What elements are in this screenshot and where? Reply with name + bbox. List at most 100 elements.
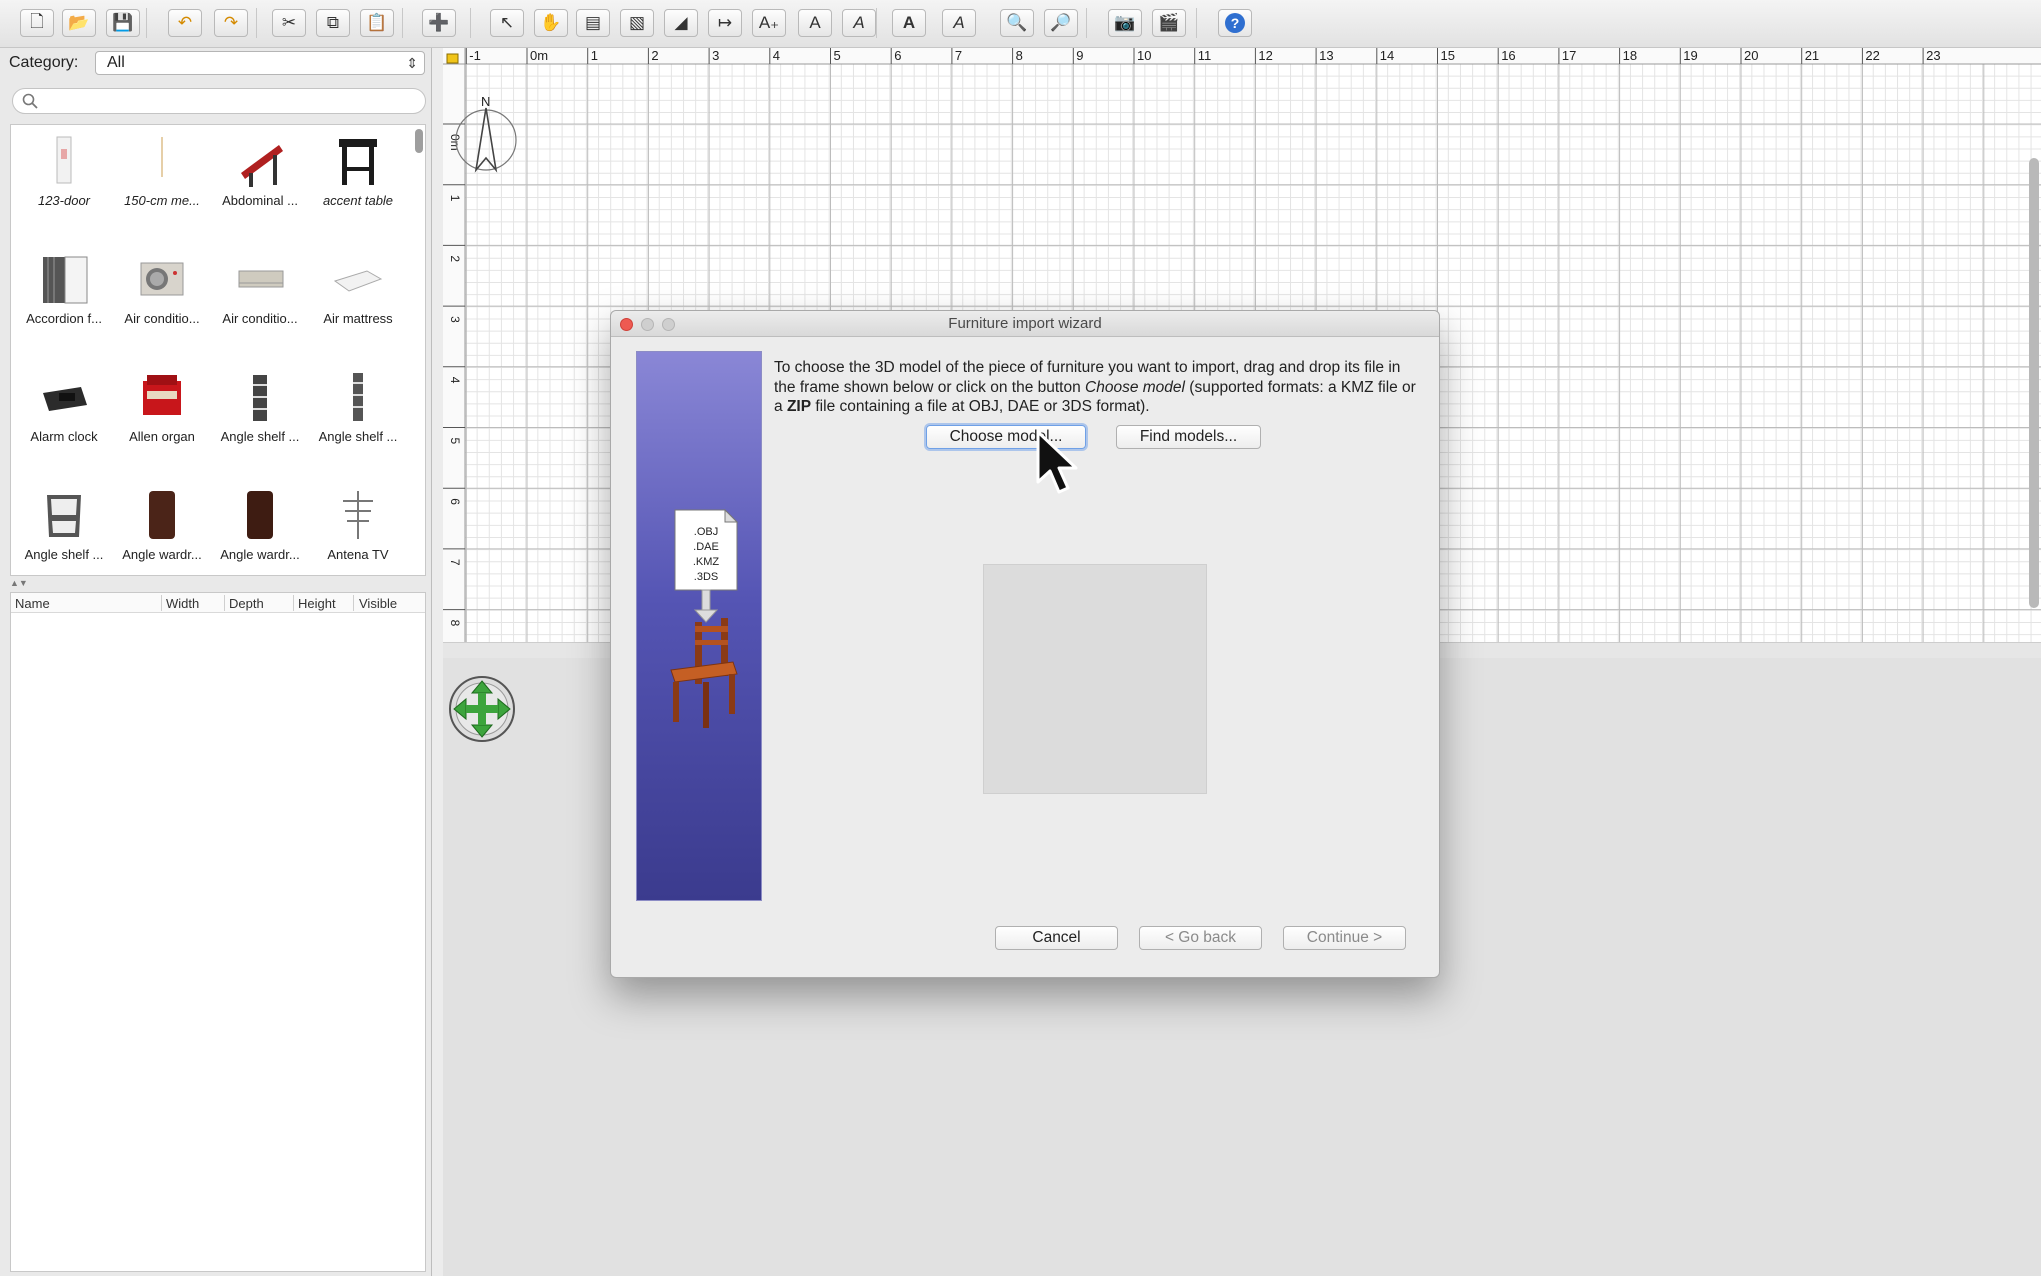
instruction-text-part: file containing a file at OBJ, DAE or 3D… — [811, 398, 1150, 415]
catalog-item[interactable]: Air conditio... — [211, 245, 309, 355]
catalog-item[interactable]: Air mattress — [309, 245, 407, 355]
save-button[interactable]: 💾 — [106, 9, 140, 37]
open-icon: 📂 — [68, 13, 90, 32]
ruler-label: 9 — [1076, 48, 1083, 63]
create-video-button[interactable]: 🎬 — [1152, 9, 1186, 37]
catalog-item[interactable]: Accordion f... — [15, 245, 113, 355]
catalog-item[interactable]: Alarm clock — [15, 363, 113, 473]
ruler-label: 15 — [1441, 48, 1455, 63]
search-input[interactable] — [43, 91, 419, 111]
file-to-chair-illustration-icon: .OBJ .DAE .KMZ .3DS — [670, 508, 739, 728]
create-labels-button[interactable]: A₊ — [752, 9, 786, 37]
close-window-icon[interactable] — [620, 318, 633, 331]
add-furniture-button[interactable]: ➕ — [422, 9, 456, 37]
catalog-item-label: Angle shelf ... — [220, 429, 300, 444]
catalog-item-label: Air mattress — [323, 311, 393, 326]
catalog-item[interactable]: Allen organ — [113, 363, 211, 473]
italic-button[interactable]: A — [942, 9, 976, 37]
furniture-thumbnail-icon — [143, 375, 181, 415]
furniture-thumbnail-icon — [43, 387, 87, 411]
column-header-name[interactable]: Name — [15, 596, 50, 611]
furniture-thumbnail-icon — [333, 270, 383, 292]
add-furniture-icon: ➕ — [428, 13, 450, 32]
open-button[interactable]: 📂 — [62, 9, 96, 37]
column-header-width[interactable]: Width — [166, 596, 199, 611]
catalog-item-label: Air conditio... — [124, 311, 200, 326]
3d-navigation-arrows-icon[interactable] — [448, 675, 516, 743]
catalog-item[interactable]: Angle shelf ... — [15, 481, 113, 575]
file-format-label: .DAE — [693, 541, 719, 553]
ruler-label: 4 — [773, 48, 780, 63]
bold-button[interactable]: A — [892, 9, 926, 37]
cut-button[interactable]: ✂ — [272, 9, 306, 37]
furniture-thumbnail-icon — [140, 262, 184, 296]
column-header-height[interactable]: Height — [298, 596, 336, 611]
lock-icon[interactable] — [446, 53, 459, 64]
instruction-text-italic: Choose model — [1085, 378, 1185, 396]
undo-button[interactable]: ↶ — [168, 9, 202, 37]
paste-button[interactable]: 📋 — [360, 9, 394, 37]
ruler-label: 1 — [591, 48, 598, 63]
ruler-label: 7 — [955, 48, 962, 63]
catalog-item[interactable]: Angle shelf ... — [211, 363, 309, 473]
copy-icon: ⧉ — [326, 13, 340, 32]
pan-button[interactable]: ✋ — [534, 9, 568, 37]
furniture-thumbnail-icon — [339, 139, 377, 185]
bold-icon: A — [902, 13, 916, 32]
ruler-label: -1 — [469, 48, 481, 63]
new-document-button[interactable]: 🗋 — [20, 9, 54, 37]
catalog-item[interactable]: Antena TV — [309, 481, 407, 575]
search-field[interactable] — [12, 88, 426, 114]
ruler-label: 2 — [448, 255, 462, 262]
catalog-item[interactable]: Air conditio... — [113, 245, 211, 355]
column-header-visible[interactable]: Visible — [359, 596, 397, 611]
create-photo-button[interactable]: 📷 — [1108, 9, 1142, 37]
save-icon: 💾 — [112, 13, 134, 32]
catalog-item[interactable]: 150-cm me... — [113, 127, 211, 237]
zoom-in-button[interactable]: 🔍 — [1000, 9, 1034, 37]
catalog-item[interactable]: Angle wardr... — [211, 481, 309, 575]
cancel-button[interactable]: Cancel — [995, 926, 1118, 950]
ruler-label: 5 — [834, 48, 841, 63]
pan-icon: ✋ — [540, 13, 562, 32]
catalog-item-label: Alarm clock — [30, 429, 98, 444]
catalog-item[interactable]: Angle wardr... — [113, 481, 211, 575]
ruler-label: 10 — [1137, 48, 1151, 63]
catalog-item-label: Angle wardr... — [220, 547, 300, 562]
plan-scrollbar[interactable] — [2029, 158, 2039, 608]
create-dimensions-button[interactable]: ↦ — [708, 9, 742, 37]
catalog-item[interactable]: Abdominal ... — [211, 127, 309, 237]
catalog-grid: 123-door 150-cm me... Abdominal ... accent … — [10, 124, 426, 576]
catalog-item[interactable]: Angle shelf ... — [309, 363, 407, 473]
go-back-button[interactable]: < Go back — [1139, 926, 1262, 950]
help-button[interactable]: ? — [1218, 9, 1252, 37]
zoom-out-button[interactable]: 🔎 — [1044, 9, 1078, 37]
catalog-item[interactable]: accent table — [309, 127, 407, 237]
column-header-depth[interactable]: Depth — [229, 596, 264, 611]
ruler-label: 8 — [448, 620, 462, 627]
category-select[interactable]: All ⇕ — [95, 51, 425, 75]
create-rooms-button[interactable]: ▧ — [620, 9, 654, 37]
model-drop-zone[interactable] — [983, 564, 1207, 794]
ruler-label: 1 — [448, 195, 462, 202]
ruler-label: 23 — [1926, 48, 1940, 63]
select-button[interactable]: ↖ — [490, 9, 524, 37]
find-models-button[interactable]: Find models... — [1116, 425, 1261, 449]
ruler-label: 6 — [448, 498, 462, 505]
catalog-item-label: Antena TV — [327, 547, 389, 562]
catalog-scrollbar[interactable] — [415, 129, 423, 153]
increase-text-button[interactable]: A — [798, 9, 832, 37]
toolbar-separator — [470, 8, 471, 38]
create-polylines-button[interactable]: ◢ — [664, 9, 698, 37]
create-walls-button[interactable]: ▤ — [576, 9, 610, 37]
create-labels-icon: A₊ — [758, 13, 780, 32]
decrease-text-button[interactable]: A — [842, 9, 876, 37]
dialog-title-bar[interactable]: Furniture import wizard — [611, 311, 1439, 337]
continue-button[interactable]: Continue > — [1283, 926, 1406, 950]
copy-button[interactable]: ⧉ — [316, 9, 350, 37]
panel-splitter[interactable]: ▲▼ — [10, 578, 426, 588]
increase-text-icon: A — [809, 13, 821, 32]
redo-button[interactable]: ↷ — [214, 9, 248, 37]
ruler-label: 20 — [1744, 48, 1758, 63]
catalog-item[interactable]: 123-door — [15, 127, 113, 237]
